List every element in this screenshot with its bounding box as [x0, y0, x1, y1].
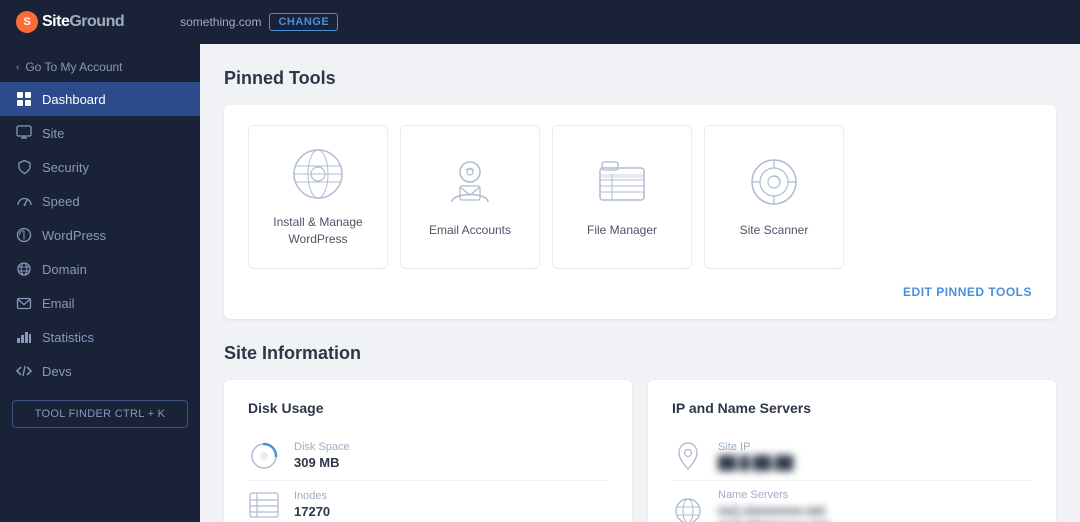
- sidebar-item-label: Site: [42, 126, 64, 141]
- sidebar-item-wordpress[interactable]: WordPress: [0, 218, 200, 252]
- back-label: Go To My Account: [25, 60, 122, 74]
- inodes-row: Inodes 17270: [248, 480, 608, 522]
- devs-icon: [16, 363, 32, 379]
- logo-text: SiteGround: [42, 13, 124, 31]
- sidebar-item-security[interactable]: Security: [0, 150, 200, 184]
- site-info-title: Site Information: [224, 343, 1056, 364]
- speed-icon: [16, 193, 32, 209]
- tool-site-scanner[interactable]: Site Scanner: [704, 125, 844, 269]
- sidebar-item-label: Dashboard: [42, 92, 106, 107]
- site-ip-label: Site IP: [718, 441, 793, 453]
- domain-icon: [16, 261, 32, 277]
- disk-usage-title: Disk Usage: [248, 400, 608, 416]
- sidebar-item-email[interactable]: Email: [0, 286, 200, 320]
- ip-nameservers-card: IP and Name Servers Site IP ██.█.██.██: [648, 380, 1056, 522]
- site-scanner-tool-icon: [746, 154, 802, 210]
- site-info-section: Site Information Disk Usage: [224, 343, 1056, 522]
- inodes-content: Inodes 17270: [294, 490, 330, 519]
- sidebar-item-label: Speed: [42, 194, 80, 209]
- tool-file-manager[interactable]: File Manager: [552, 125, 692, 269]
- sidebar-item-label: Domain: [42, 262, 87, 277]
- nameservers-content: Name Servers ns1.si●●●●●●.net ns2.siteg●…: [718, 489, 829, 522]
- site-icon: [16, 125, 32, 141]
- sidebar-item-domain[interactable]: Domain: [0, 252, 200, 286]
- domain-badge: something.com CHANGE: [180, 13, 338, 31]
- tool-label: File Manager: [587, 222, 657, 239]
- edit-pinned-link[interactable]: EDIT PINNED TOOLS: [903, 285, 1032, 299]
- inodes-value: 17270: [294, 504, 330, 519]
- email-accounts-tool-icon: [442, 154, 498, 210]
- pinned-tools-section: Pinned Tools: [224, 68, 1056, 319]
- tool-label: Install & ManageWordPress: [273, 214, 362, 248]
- sidebar-item-label: Email: [42, 296, 75, 311]
- pinned-tools-card: Install & ManageWordPress: [224, 105, 1056, 319]
- info-grid: Disk Usage Disk Space 309 MB: [224, 380, 1056, 522]
- logo: S SiteGround: [16, 11, 124, 33]
- pinned-tools-title: Pinned Tools: [224, 68, 1056, 89]
- disk-space-label: Disk Space: [294, 441, 350, 453]
- ns1-value: ns1.si●●●●●●.net: [718, 503, 829, 518]
- change-button[interactable]: CHANGE: [269, 13, 338, 31]
- back-arrow-icon: ‹: [16, 62, 19, 73]
- sidebar-item-label: Statistics: [42, 330, 94, 345]
- tool-email-accounts[interactable]: Email Accounts: [400, 125, 540, 269]
- dashboard-icon: [16, 91, 32, 107]
- sidebar-back[interactable]: ‹ Go To My Account: [0, 52, 200, 82]
- sidebar-item-site[interactable]: Site: [0, 116, 200, 150]
- sidebar-item-label: Security: [42, 160, 89, 175]
- edit-pinned-area: EDIT PINNED TOOLS: [248, 285, 1032, 299]
- nameservers-icon: [672, 495, 704, 522]
- disk-space-content: Disk Space 309 MB: [294, 441, 350, 470]
- tool-wordpress[interactable]: Install & ManageWordPress: [248, 125, 388, 269]
- ip-nameservers-title: IP and Name Servers: [672, 400, 1032, 416]
- inodes-icon: [248, 489, 280, 521]
- email-icon: [16, 295, 32, 311]
- inodes-label: Inodes: [294, 490, 330, 502]
- sidebar-item-label: WordPress: [42, 228, 106, 243]
- site-ip-row: Site IP ██.█.██.██: [672, 432, 1032, 480]
- site-ip-content: Site IP ██.█.██.██: [718, 441, 793, 470]
- disk-usage-card: Disk Usage Disk Space 309 MB: [224, 380, 632, 522]
- security-icon: [16, 159, 32, 175]
- sidebar-item-label: Devs: [42, 364, 72, 379]
- statistics-icon: [16, 329, 32, 345]
- wordpress-tool-icon: [290, 146, 346, 202]
- tools-grid: Install & ManageWordPress: [248, 125, 1032, 269]
- file-manager-tool-icon: [594, 154, 650, 210]
- sidebar-item-statistics[interactable]: Statistics: [0, 320, 200, 354]
- tool-label: Site Scanner: [740, 222, 809, 239]
- header: S SiteGround something.com CHANGE: [0, 0, 1080, 44]
- disk-space-value: 309 MB: [294, 455, 350, 470]
- domain-text: something.com: [180, 15, 261, 29]
- sidebar: ‹ Go To My Account Dashboard: [0, 44, 200, 522]
- disk-space-icon: [248, 440, 280, 472]
- sidebar-item-dashboard[interactable]: Dashboard: [0, 82, 200, 116]
- main-content: Pinned Tools: [200, 44, 1080, 522]
- tool-label: Email Accounts: [429, 222, 511, 239]
- wordpress-icon: [16, 227, 32, 243]
- layout: ‹ Go To My Account Dashboard: [0, 44, 1080, 522]
- logo-icon: S: [16, 11, 38, 33]
- nameservers-label: Name Servers: [718, 489, 829, 501]
- ns2-value: ns2.siteg●●●●.net: [718, 518, 829, 522]
- site-ip-icon: [672, 440, 704, 472]
- sidebar-item-speed[interactable]: Speed: [0, 184, 200, 218]
- disk-space-row: Disk Space 309 MB: [248, 432, 608, 480]
- nameservers-row: Name Servers ns1.si●●●●●●.net ns2.siteg●…: [672, 480, 1032, 522]
- tool-finder-button[interactable]: TOOL FINDER CTRL + K: [12, 400, 188, 428]
- sidebar-item-devs[interactable]: Devs: [0, 354, 200, 388]
- site-ip-value: ██.█.██.██: [718, 455, 793, 470]
